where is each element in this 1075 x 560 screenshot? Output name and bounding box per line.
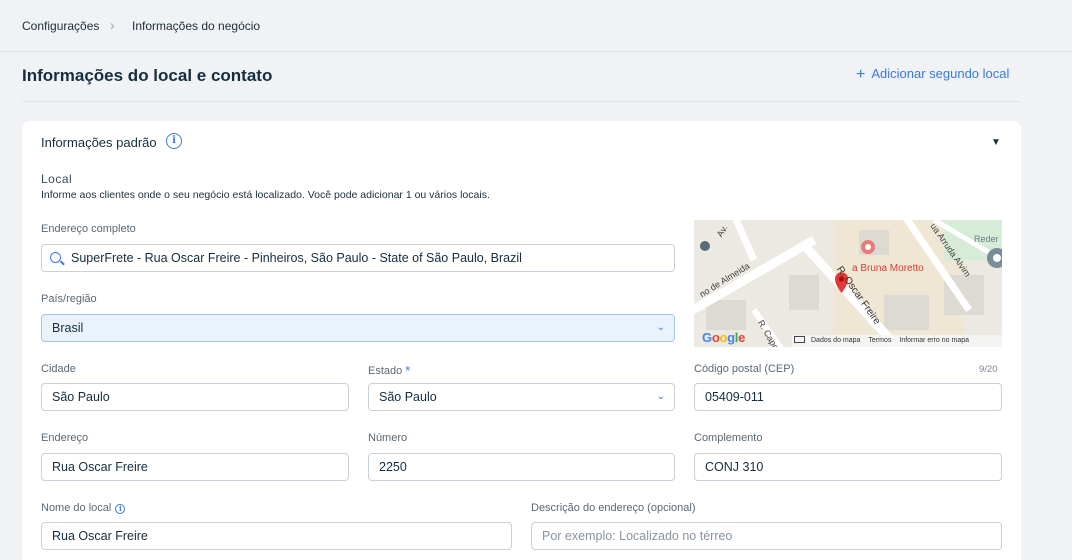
breadcrumb-item-configuracoes[interactable]: Configurações [22,19,99,33]
complement-label: Complemento [694,432,763,444]
location-name-label-text: Nome do local [41,502,112,514]
country-value: Brasil [52,321,84,335]
map-rede-label: Reder [974,234,999,244]
add-second-location-button[interactable]: + Adicionar segundo local [856,66,1009,84]
address-description-placeholder: Por exemplo: Localizado no térreo [542,529,733,543]
postal-code-label: Código postal (CEP) [694,363,795,375]
info-icon[interactable]: i [166,133,182,149]
info-icon[interactable]: i [115,504,126,514]
postal-code-counter: 9/20 [979,364,998,375]
google-logo: Google [702,330,746,345]
full-address-label: Endereço completo [41,223,136,235]
full-address-input[interactable]: SuperFrete - Rua Oscar Freire - Pinheiro… [41,244,675,272]
country-label: País/região [41,293,97,305]
local-description: Informe aos clientes onde o seu negócio … [41,189,490,201]
state-select[interactable]: São Paulo ⌄ [368,383,675,411]
location-map[interactable]: Av. no de Almeida R. Oscar Freire R. Cap… [694,220,1002,347]
location-name-value: Rua Oscar Freire [52,529,148,543]
divider [22,101,1021,102]
address-description-input[interactable]: Por exemplo: Localizado no térreo [531,522,1002,550]
chevron-down-icon: ⌄ [656,391,665,402]
map-footer: Dados do mapa Termos Informar erro no mapa [792,335,1002,347]
state-label: Estado * [368,363,410,378]
map-data-link[interactable]: Dados do mapa [811,337,860,344]
street-label: Endereço [41,432,89,444]
city-value: São Paulo [52,390,110,404]
breadcrumb-item-current: Informações do negócio [132,19,261,33]
section-title: Informações padrão [41,135,157,150]
map-place-label: a Bruna Moretto [852,263,924,274]
chevron-right-icon: › [110,17,115,33]
page-title: Informações do local e contato [22,66,273,85]
country-select[interactable]: Brasil ⌄ [41,314,675,342]
search-icon [50,252,61,263]
settings-page: Configurações › Informações do negócio I… [0,0,1072,560]
chevron-down-icon: ⌄ [656,322,665,333]
location-name-input[interactable]: Rua Oscar Freire [41,522,512,550]
local-label: Local [41,172,73,186]
street-value: Rua Oscar Freire [52,460,148,474]
city-label: Cidade [41,363,76,375]
postal-code-input[interactable]: 05409-011 [694,383,1002,411]
number-input[interactable]: 2250 [368,453,675,481]
complement-value: CONJ 310 [705,460,764,474]
location-info-card: Informações padrão i ▼ Local Informe aos… [22,121,1021,560]
full-address-value: SuperFrete - Rua Oscar Freire - Pinheiro… [71,251,522,265]
keyboard-icon[interactable] [794,336,805,343]
add-second-location-label: Adicionar segundo local [871,66,1010,81]
breadcrumb: Configurações › Informações do negócio [0,0,1072,52]
city-input[interactable]: São Paulo [41,383,349,411]
number-value: 2250 [379,460,407,474]
map-terms-link[interactable]: Termos [868,337,891,344]
complement-input[interactable]: CONJ 310 [694,453,1002,481]
map-report-link[interactable]: Informar erro no mapa [899,337,969,344]
state-value: São Paulo [379,390,437,404]
street-input[interactable]: Rua Oscar Freire [41,453,349,481]
state-label-text: Estado [368,365,403,377]
required-mark: * [405,363,411,378]
plus-icon: + [856,66,866,83]
address-description-label: Descrição do endereço (opcional) [531,502,696,514]
location-name-label: Nome do local i [41,502,126,514]
number-label: Número [368,432,408,444]
caret-down-icon[interactable]: ▼ [991,137,1001,148]
postal-code-value: 05409-011 [705,390,764,404]
